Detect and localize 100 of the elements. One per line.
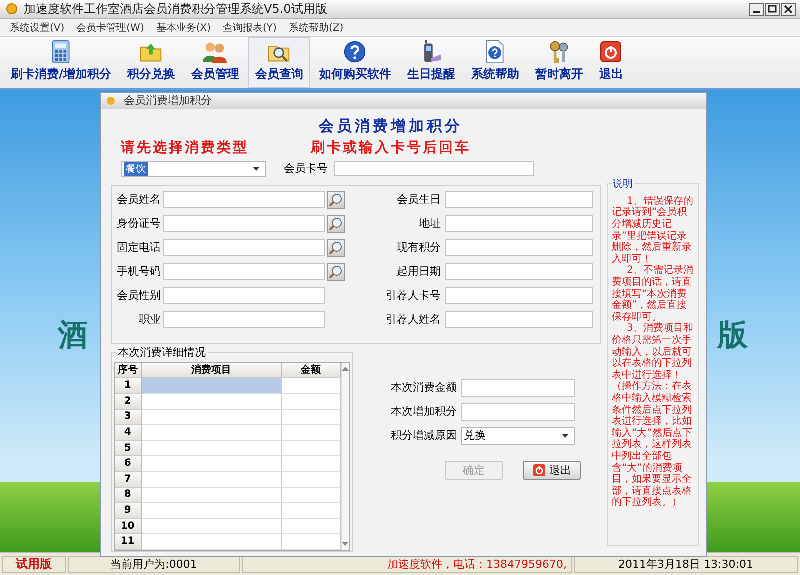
table-cell[interactable] bbox=[282, 488, 342, 504]
input-field[interactable] bbox=[163, 191, 325, 208]
scroll-up-icon[interactable] bbox=[342, 366, 349, 371]
hint-text: 请先选择消费类型 bbox=[121, 138, 249, 157]
help-document-icon bbox=[484, 40, 506, 64]
menu-item[interactable]: 系统设置(V) bbox=[10, 20, 65, 34]
close-icon[interactable] bbox=[781, 2, 796, 16]
input-field[interactable] bbox=[445, 263, 593, 280]
toolbar-button[interactable]: 生日提醒 bbox=[400, 37, 462, 88]
contact-text: 加速度软件，电话：13847959670, bbox=[242, 556, 572, 572]
column-header: 金额 bbox=[282, 362, 342, 378]
menu-item[interactable]: 查询报表(Y) bbox=[223, 20, 277, 34]
power-icon bbox=[599, 40, 624, 64]
field-label: 引荐人姓名 bbox=[385, 312, 441, 328]
table-cell[interactable] bbox=[142, 410, 282, 426]
toolbar-button[interactable]: 会员查询 bbox=[248, 37, 310, 88]
notes-title: 说明 bbox=[612, 176, 634, 191]
table-cell[interactable] bbox=[282, 378, 342, 394]
caret-icon bbox=[562, 434, 569, 438]
app-icon bbox=[6, 3, 18, 15]
menu-item[interactable]: 基本业务(X) bbox=[156, 20, 212, 34]
table-cell[interactable] bbox=[142, 472, 282, 488]
toolbar-button[interactable]: 积分兑换 bbox=[120, 37, 182, 88]
table-cell[interactable] bbox=[282, 410, 342, 426]
reason-dropdown[interactable]: 兑换 bbox=[461, 426, 575, 445]
window-title: 加速度软件工作室酒店会员消费积分管理系统V5.0试用版 bbox=[24, 0, 328, 18]
toolbar-button[interactable]: 会员管理 bbox=[184, 37, 246, 88]
row-number: 2 bbox=[115, 394, 142, 410]
input-field[interactable] bbox=[163, 239, 325, 256]
row-number: 6 bbox=[115, 456, 142, 472]
table-cell[interactable] bbox=[282, 518, 342, 534]
input-field[interactable] bbox=[445, 287, 593, 304]
input-field[interactable] bbox=[163, 215, 325, 232]
card-number-field[interactable] bbox=[334, 161, 534, 176]
toolbar-button[interactable]: 暂时离开 bbox=[528, 37, 590, 88]
input-field[interactable] bbox=[445, 191, 593, 208]
field-label: 引荐人卡号 bbox=[385, 288, 441, 304]
consumption-type-dropdown[interactable]: 餐饮 bbox=[121, 160, 266, 177]
table-cell[interactable] bbox=[142, 440, 282, 456]
edition-label: 试用版 bbox=[2, 556, 66, 572]
table-cell[interactable] bbox=[282, 440, 342, 456]
table-cell[interactable] bbox=[282, 503, 342, 519]
background-character: 酒 bbox=[58, 317, 88, 355]
power-icon bbox=[532, 464, 546, 477]
toolbar-button[interactable]: 系统帮助 bbox=[464, 37, 526, 88]
row-number: 10 bbox=[115, 518, 142, 534]
table-cell[interactable] bbox=[142, 488, 282, 504]
table-cell[interactable] bbox=[142, 534, 282, 550]
table-cell[interactable] bbox=[282, 425, 342, 441]
search-button[interactable] bbox=[327, 262, 345, 281]
table-cell[interactable] bbox=[142, 503, 282, 519]
minimize-icon[interactable] bbox=[749, 2, 764, 16]
search-icon bbox=[329, 192, 343, 207]
input-field[interactable] bbox=[445, 215, 593, 232]
toolbar-button[interactable]: 退出 bbox=[592, 37, 630, 88]
note-paragraph: 2、不需记录消费项目的话，请直接填写“本次消费金额”，然后直接保存即可。 bbox=[612, 265, 694, 323]
field-label: 职业 bbox=[138, 312, 161, 328]
search-button[interactable] bbox=[327, 238, 345, 257]
search-button[interactable] bbox=[327, 190, 345, 209]
table-cell[interactable] bbox=[142, 394, 282, 410]
table-cell[interactable] bbox=[142, 518, 282, 534]
table-cell[interactable] bbox=[142, 456, 282, 472]
input-field[interactable] bbox=[461, 402, 575, 421]
search-button[interactable] bbox=[327, 214, 345, 233]
background-character: 版 bbox=[718, 317, 748, 355]
note-paragraph: 1、错误保存的记录请到“会员积分增减历史记录”里把错误记录删除，然后重新录入即可！ bbox=[612, 196, 694, 265]
field-label: 起用日期 bbox=[396, 264, 441, 280]
row-number: 8 bbox=[115, 488, 142, 504]
row-number: 4 bbox=[115, 425, 142, 441]
toolbar-button[interactable]: 如何购买软件 bbox=[312, 37, 398, 88]
input-field[interactable] bbox=[163, 287, 325, 304]
input-field[interactable] bbox=[461, 378, 575, 397]
app-icon bbox=[106, 96, 116, 106]
field-label: 会员姓名 bbox=[116, 192, 161, 208]
hint-text: 刷卡或输入卡号后回车 bbox=[311, 138, 471, 157]
scroll-down-icon[interactable] bbox=[342, 542, 349, 546]
input-field[interactable] bbox=[163, 311, 325, 328]
table-cell[interactable] bbox=[282, 456, 342, 472]
table-cell[interactable] bbox=[282, 394, 342, 410]
form-heading: 会员消费增加积分 bbox=[318, 116, 464, 137]
table-cell[interactable] bbox=[282, 472, 342, 488]
menu-item[interactable]: 系统帮助(Z) bbox=[288, 20, 344, 34]
field-label: 本次增加积分 bbox=[390, 404, 457, 420]
current-user: 当前用户为:0001 bbox=[68, 556, 240, 572]
table-cell[interactable] bbox=[142, 425, 282, 441]
search-icon bbox=[329, 264, 343, 279]
table-cell[interactable] bbox=[142, 378, 282, 394]
column-header: 消费项目 bbox=[142, 362, 282, 378]
row-number: 1 bbox=[115, 378, 142, 394]
help-icon bbox=[342, 40, 368, 64]
scrollbar[interactable] bbox=[341, 362, 349, 550]
input-field[interactable] bbox=[163, 263, 325, 280]
maximize-icon[interactable] bbox=[765, 2, 780, 16]
dialog-title: 会员消费增加积分 bbox=[124, 93, 212, 108]
table-cell[interactable] bbox=[282, 534, 342, 550]
input-field[interactable] bbox=[445, 239, 593, 256]
exit-button[interactable]: 退出 bbox=[523, 460, 581, 480]
menu-item[interactable]: 会员卡管理(W) bbox=[76, 20, 144, 34]
toolbar-button[interactable]: 刷卡消费/增加积分 bbox=[4, 37, 118, 88]
input-field[interactable] bbox=[445, 311, 593, 328]
